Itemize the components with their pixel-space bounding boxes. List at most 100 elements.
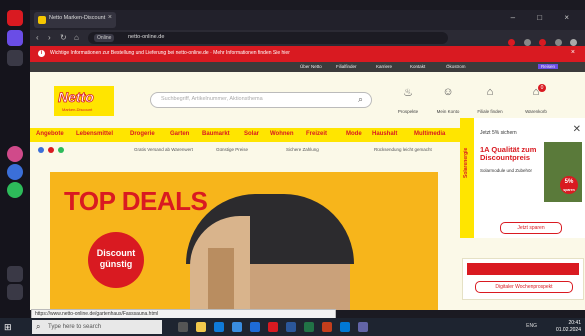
favicon-icon — [38, 16, 46, 24]
task-view-icon[interactable] — [178, 322, 188, 332]
powerpoint-icon[interactable] — [322, 322, 332, 332]
top-nav: Über Netto Filialfinder Karriere Kontakt… — [30, 62, 585, 72]
top-nav-item[interactable]: Über Netto — [300, 64, 322, 69]
url-field[interactable]: Online netto-online.de — [88, 32, 448, 44]
top-nav-item[interactable]: Ökostrom — [446, 64, 466, 69]
file-explorer-icon[interactable] — [196, 322, 206, 332]
sidebar-add-icon[interactable] — [7, 50, 23, 66]
vpn-icon[interactable] — [523, 39, 531, 46]
percent-value: 5% — [564, 179, 574, 185]
home-icon[interactable]: ⌂ — [74, 33, 79, 42]
prospekt-link[interactable]: Digitaler Wochenprospekt — [475, 281, 573, 293]
account-button[interactable]: ☺ Mein Konto — [428, 86, 468, 118]
category-item[interactable]: Multimedia — [414, 131, 445, 137]
browser-tab[interactable]: Netto Marken-Discount × — [34, 12, 116, 28]
telegram-icon[interactable] — [7, 182, 23, 198]
tray-lang[interactable]: ENG — [526, 323, 537, 329]
messenger-icon[interactable] — [7, 146, 23, 162]
close-info-icon[interactable]: × — [571, 49, 575, 56]
usp-item: Sichere Zahlung — [286, 147, 319, 152]
sauna-image — [186, 194, 354, 310]
category-item[interactable]: Angebote — [36, 131, 64, 137]
category-item[interactable]: Haushalt — [372, 131, 397, 137]
back-icon[interactable]: ‹ — [36, 33, 39, 42]
top-nav-item[interactable]: Reisen — [538, 64, 559, 69]
close-tab-icon[interactable]: × — [108, 14, 112, 21]
info-icon: i — [38, 50, 45, 57]
side-ad[interactable]: Solarenergie Jetzt 5% sichern ✕ 1A Quali… — [460, 118, 585, 238]
usp-item: Günstige Preise — [216, 147, 249, 152]
menu-icon[interactable] — [570, 39, 577, 46]
category-item[interactable]: Baumarkt — [202, 131, 230, 137]
extension-icon[interactable] — [539, 39, 547, 46]
adblock-icon[interactable] — [508, 39, 516, 46]
ad-tab-label: Solarenergie — [463, 147, 469, 178]
ad-cta-button[interactable]: Jetzt sparen — [500, 222, 562, 234]
ad-header: Jetzt 5% sichern — [480, 130, 517, 136]
hero-banner[interactable]: TOP DEALS Discount günstig — [50, 172, 438, 310]
mail-icon[interactable] — [250, 322, 260, 332]
prospekt-box: Digitaler Wochenprospekt — [462, 258, 584, 300]
clock-time: 20:41 — [568, 320, 581, 326]
prospekt-image — [467, 263, 579, 275]
discount-badge: Discount günstig — [88, 232, 144, 288]
category-item[interactable]: Solar — [244, 131, 259, 137]
prospekt-icon: ♨ — [403, 87, 413, 99]
outlook-icon[interactable] — [340, 322, 350, 332]
netto-logo[interactable]: Netto Marken-Discount — [54, 86, 114, 116]
url-pill: Online — [94, 34, 115, 42]
search-icon[interactable]: ⌕ — [358, 94, 363, 105]
category-nav: Angebote Lebensmittel Drogerie Garten Ba… — [30, 128, 460, 142]
sauna-door — [208, 248, 234, 310]
store-icon: ⌂ — [486, 86, 494, 98]
clock-date: 01.02.2024 — [555, 327, 581, 333]
usp-item: Rücksendung leicht gemacht — [374, 147, 432, 152]
ad-title: 1A Qualität zum Discountpreis — [480, 146, 536, 162]
store-icon[interactable] — [232, 322, 242, 332]
window-controls[interactable]: – □ × — [511, 13, 579, 22]
category-item[interactable]: Mode — [346, 131, 362, 137]
reload-icon[interactable]: ↻ — [60, 33, 67, 42]
payment-icon — [48, 147, 54, 153]
taskbar-search[interactable]: ⌕ Type here to search — [32, 320, 162, 334]
top-nav-item[interactable]: Karriere — [376, 64, 392, 69]
prospekte-label: Prospekte — [397, 109, 419, 114]
download-icon[interactable] — [554, 39, 562, 46]
store-finder-button[interactable]: ⌂ Filiale finden — [470, 86, 510, 118]
ad-vertical-tab[interactable]: Solarenergie — [460, 118, 474, 238]
taskbar-search-placeholder: Type here to search — [48, 324, 102, 330]
badge-line-1: Discount — [96, 248, 136, 258]
history-icon[interactable] — [7, 266, 23, 282]
percent-badge: 5% sparen — [560, 176, 578, 194]
prospekte-button[interactable]: ♨ Prospekte — [388, 86, 428, 118]
word-icon[interactable] — [286, 322, 296, 332]
web-page: i Wichtige Informationen zur Bestellung … — [30, 46, 585, 310]
logo-subline: Marken-Discount — [62, 107, 93, 112]
teams-icon[interactable] — [358, 322, 368, 332]
category-item[interactable]: Freizeit — [306, 131, 327, 137]
category-item[interactable]: Lebensmittel — [76, 131, 113, 137]
edge-icon[interactable] — [214, 322, 224, 332]
address-bar: ‹ › ↻ ⌂ Online netto-online.de — [30, 30, 585, 46]
category-item[interactable]: Drogerie — [130, 131, 155, 137]
badge-line-2: günstig — [99, 259, 133, 269]
usp-bar: Gratis Versand ab Warenwert Günstige Pre… — [30, 144, 460, 156]
forward-icon[interactable]: › — [48, 33, 51, 42]
windows-start-icon[interactable]: ⊞ — [4, 322, 14, 332]
sidebar-workspace-icon[interactable] — [7, 30, 23, 46]
category-item[interactable]: Garten — [170, 131, 189, 137]
opera-logo-icon[interactable] — [7, 10, 23, 26]
close-icon[interactable]: ✕ — [573, 124, 581, 135]
opera-icon[interactable] — [268, 322, 278, 332]
settings-icon[interactable] — [7, 284, 23, 300]
clock[interactable]: 20:41 01.02.2024 — [556, 320, 581, 334]
browser-sidebar — [0, 0, 30, 318]
top-nav-item[interactable]: Filialfinder — [336, 64, 357, 69]
search-input[interactable]: Suchbegriff, Artikelnummer, Aktionsthema… — [150, 92, 372, 108]
top-nav-item[interactable]: Kontakt — [410, 64, 425, 69]
whatsapp-icon[interactable] — [7, 164, 23, 180]
cart-button[interactable]: ⌂ 0 Warenkorb — [516, 84, 556, 118]
category-item[interactable]: Wohnen — [270, 131, 294, 137]
payment-icon — [58, 147, 64, 153]
excel-icon[interactable] — [304, 322, 314, 332]
